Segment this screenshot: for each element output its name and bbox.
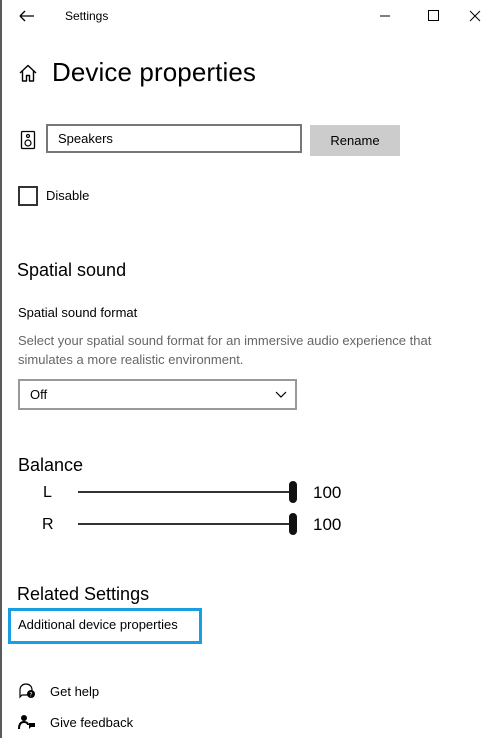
balance-heading: Balance (18, 455, 84, 475)
app-title: Settings (65, 9, 109, 23)
minimize-button[interactable] (362, 0, 408, 32)
home-icon (19, 64, 37, 82)
related-settings-heading: Related Settings (17, 584, 150, 604)
get-help-link[interactable]: Get help (50, 684, 99, 699)
maximize-button[interactable] (408, 0, 454, 32)
balance-right-label: R (42, 516, 54, 533)
balance-right-slider-thumb[interactable] (289, 513, 297, 535)
speaker-icon (20, 130, 36, 150)
maximize-icon (428, 10, 439, 21)
close-icon (469, 10, 481, 22)
spatial-format-label: Spatial sound format (18, 305, 138, 320)
balance-left-slider-thumb[interactable] (289, 481, 297, 503)
device-name-input[interactable]: Speakers (46, 124, 302, 153)
give-feedback-link[interactable]: Give feedback (50, 715, 133, 730)
balance-right-value: 100 (313, 515, 342, 534)
page-title: Device properties (52, 57, 257, 87)
window-edge (0, 0, 2, 738)
rename-button[interactable]: Rename (310, 125, 400, 156)
balance-left-slider-track[interactable] (78, 491, 293, 493)
svg-text:?: ? (29, 692, 32, 699)
chevron-down-icon (275, 391, 287, 398)
title-bar: Settings (2, 0, 497, 32)
back-button[interactable] (12, 5, 42, 27)
home-button[interactable] (17, 62, 39, 84)
spatial-description: Select your spatial sound format for an … (18, 333, 432, 367)
additional-device-properties-link[interactable]: Additional device properties (18, 617, 178, 632)
help-icon: ? (18, 682, 36, 700)
feedback-icon (18, 713, 36, 731)
dropdown-selected-value: Off (30, 387, 48, 402)
back-arrow-icon (19, 10, 34, 22)
disable-label: Disable (46, 188, 90, 203)
spatial-format-dropdown[interactable]: Off (18, 379, 297, 410)
minimize-icon (380, 15, 390, 17)
disable-checkbox[interactable] (18, 186, 38, 206)
close-button[interactable] (451, 0, 497, 32)
balance-left-value: 100 (313, 483, 342, 502)
balance-right-slider-track[interactable] (78, 523, 293, 525)
balance-left-label: L (43, 484, 52, 501)
spatial-sound-heading: Spatial sound (17, 260, 127, 280)
